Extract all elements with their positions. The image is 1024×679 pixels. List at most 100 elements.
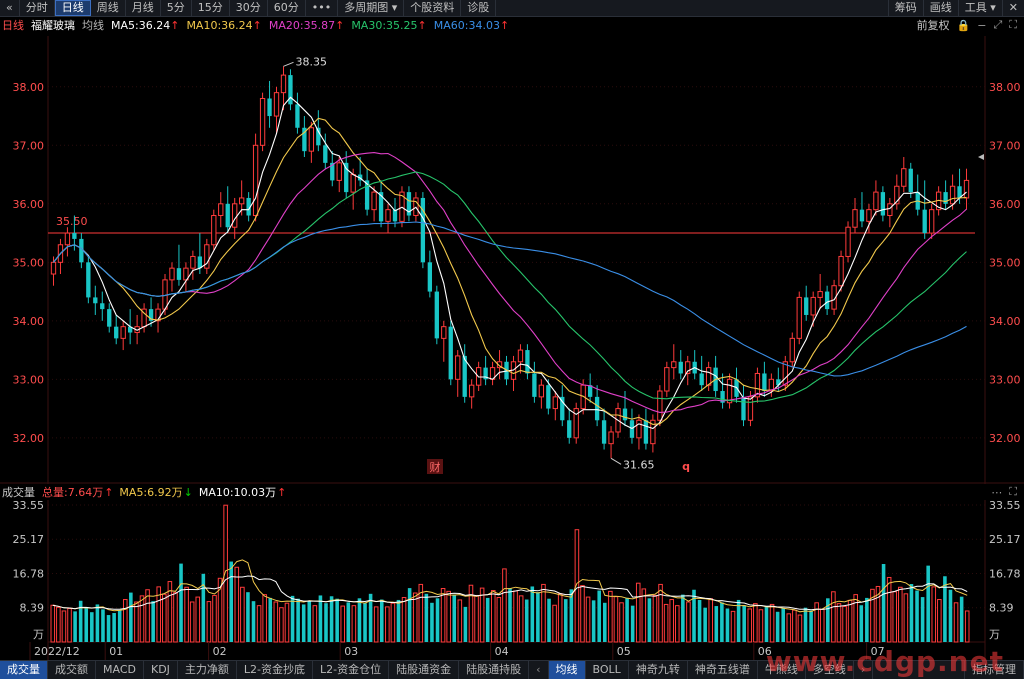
candle-body <box>546 385 551 409</box>
date-tick-label: 05 <box>617 645 631 658</box>
candle-body <box>259 98 266 146</box>
volume-bar <box>101 609 105 642</box>
volume-bar <box>831 591 836 643</box>
tabs-scroll-right-icon[interactable]: › <box>854 661 874 679</box>
volume-bar <box>937 599 942 643</box>
volume-bar <box>134 601 139 643</box>
candle <box>671 344 677 380</box>
ma60-line <box>53 221 967 377</box>
candle <box>176 244 182 286</box>
date-axis: 2022/12 01 02 03 04 05 06 07 <box>29 642 885 660</box>
high-pointer <box>283 61 294 67</box>
candle <box>469 379 475 409</box>
candle <box>267 80 272 128</box>
candle <box>664 361 670 397</box>
price-tick-right: 36.00 <box>989 198 1021 211</box>
overlay-tab-4[interactable]: 牛熊线 <box>758 661 806 679</box>
volume-unit-right: 万 <box>989 628 1000 641</box>
volume-bar <box>396 599 401 642</box>
candle-body <box>72 233 77 239</box>
indicator-tab-0[interactable]: 成交量 <box>0 661 48 679</box>
volume-info-bar: 成交量 总量:7.64万 ↑ MA5:6.92万 ↓ MA10:10.03万 ↑ ⋯ … <box>0 484 1024 500</box>
candle-body <box>211 215 217 246</box>
candle-body <box>162 279 168 310</box>
fullscreen-icon[interactable]: ⛶ <box>1009 485 1017 499</box>
price-tick-left: 37.00 <box>13 139 45 152</box>
candle <box>64 227 71 257</box>
candle-body <box>427 262 433 292</box>
candle-body <box>392 209 398 222</box>
overlay-tab-0[interactable]: 均线 <box>548 661 586 679</box>
candle-body <box>922 209 927 234</box>
candle <box>804 285 809 321</box>
volume-bar <box>240 586 245 643</box>
candle <box>190 250 196 280</box>
volume-bar <box>725 608 730 642</box>
candle-body <box>232 203 238 228</box>
candle <box>252 133 259 222</box>
volume-bar <box>853 594 858 643</box>
volume-bar <box>284 602 290 643</box>
candle <box>489 361 496 386</box>
candle <box>211 209 217 251</box>
candle-body <box>114 326 119 339</box>
volume-bar <box>346 602 351 642</box>
candle-body <box>747 396 754 421</box>
candle <box>894 174 900 210</box>
candle <box>824 285 830 315</box>
indicator-tab-2[interactable]: MACD <box>96 661 144 679</box>
volume-bar <box>809 610 813 642</box>
candle-body <box>323 145 328 163</box>
candle <box>462 344 467 403</box>
overlay-tab-5[interactable]: 多空线 <box>806 661 854 679</box>
indicator-tab-3[interactable]: KDJ <box>144 661 178 679</box>
candle <box>120 320 126 351</box>
candle-body <box>86 262 91 298</box>
volume-bar <box>446 590 451 643</box>
indicator-tab-7[interactable]: 陆股通资金 <box>389 661 460 679</box>
candle-body <box>197 256 203 269</box>
candle <box>608 426 614 459</box>
indicator-tab-8[interactable]: 陆股通持股 <box>459 661 530 679</box>
indicator-tab-1[interactable]: 成交额 <box>48 661 96 679</box>
volume-bar <box>452 594 457 642</box>
indicator-tab-6[interactable]: L2-资金仓位 <box>313 661 390 679</box>
candle-body <box>762 373 767 392</box>
volume-bar <box>652 594 658 643</box>
candle-body <box>810 296 816 316</box>
candle-body <box>789 337 795 363</box>
indicator-tab-4[interactable]: 主力净额 <box>178 661 237 679</box>
indicator-tab-5[interactable]: L2-资金抄底 <box>237 661 314 679</box>
volume-bar <box>106 615 111 642</box>
volume-tick-right: 33.55 <box>989 499 1021 512</box>
volume-bar <box>786 613 792 643</box>
candle-body <box>824 291 830 310</box>
more-icon[interactable]: ⋯ <box>991 486 1002 499</box>
candle <box>754 367 761 403</box>
overlay-tab-3[interactable]: 神奇五线谱 <box>688 661 758 679</box>
ma10-line <box>53 117 967 425</box>
volume-bar <box>909 584 914 642</box>
stock-chart[interactable]: 35.50 38.35 31.65 财 q 38.00 38.00 37.00 37.00 3… <box>0 0 1024 678</box>
volume-bar <box>256 605 262 643</box>
volume-bar <box>674 605 680 643</box>
volume-bar <box>95 604 100 642</box>
candle-body <box>643 420 649 444</box>
reference-label: 35.50 <box>56 215 88 228</box>
candle <box>483 355 488 386</box>
volume-bar <box>742 605 746 642</box>
candle-body <box>873 191 879 211</box>
overlay-tab-1[interactable]: BOLL <box>586 661 629 679</box>
volume-bar <box>251 601 256 642</box>
volume-title[interactable]: 成交量 <box>2 484 35 500</box>
candle <box>323 133 328 169</box>
overlay-tab-2[interactable]: 神奇九转 <box>629 661 688 679</box>
candle <box>57 238 64 275</box>
indicator-manage-button[interactable]: 指标管理 <box>964 661 1024 679</box>
tabs-scroll-left-icon[interactable]: ‹ <box>529 661 549 679</box>
volume-bar <box>206 601 212 643</box>
volume-bar <box>508 588 512 642</box>
volume-bar <box>931 586 937 643</box>
candle-body <box>552 396 558 410</box>
finance-marker: 财 <box>430 460 441 474</box>
